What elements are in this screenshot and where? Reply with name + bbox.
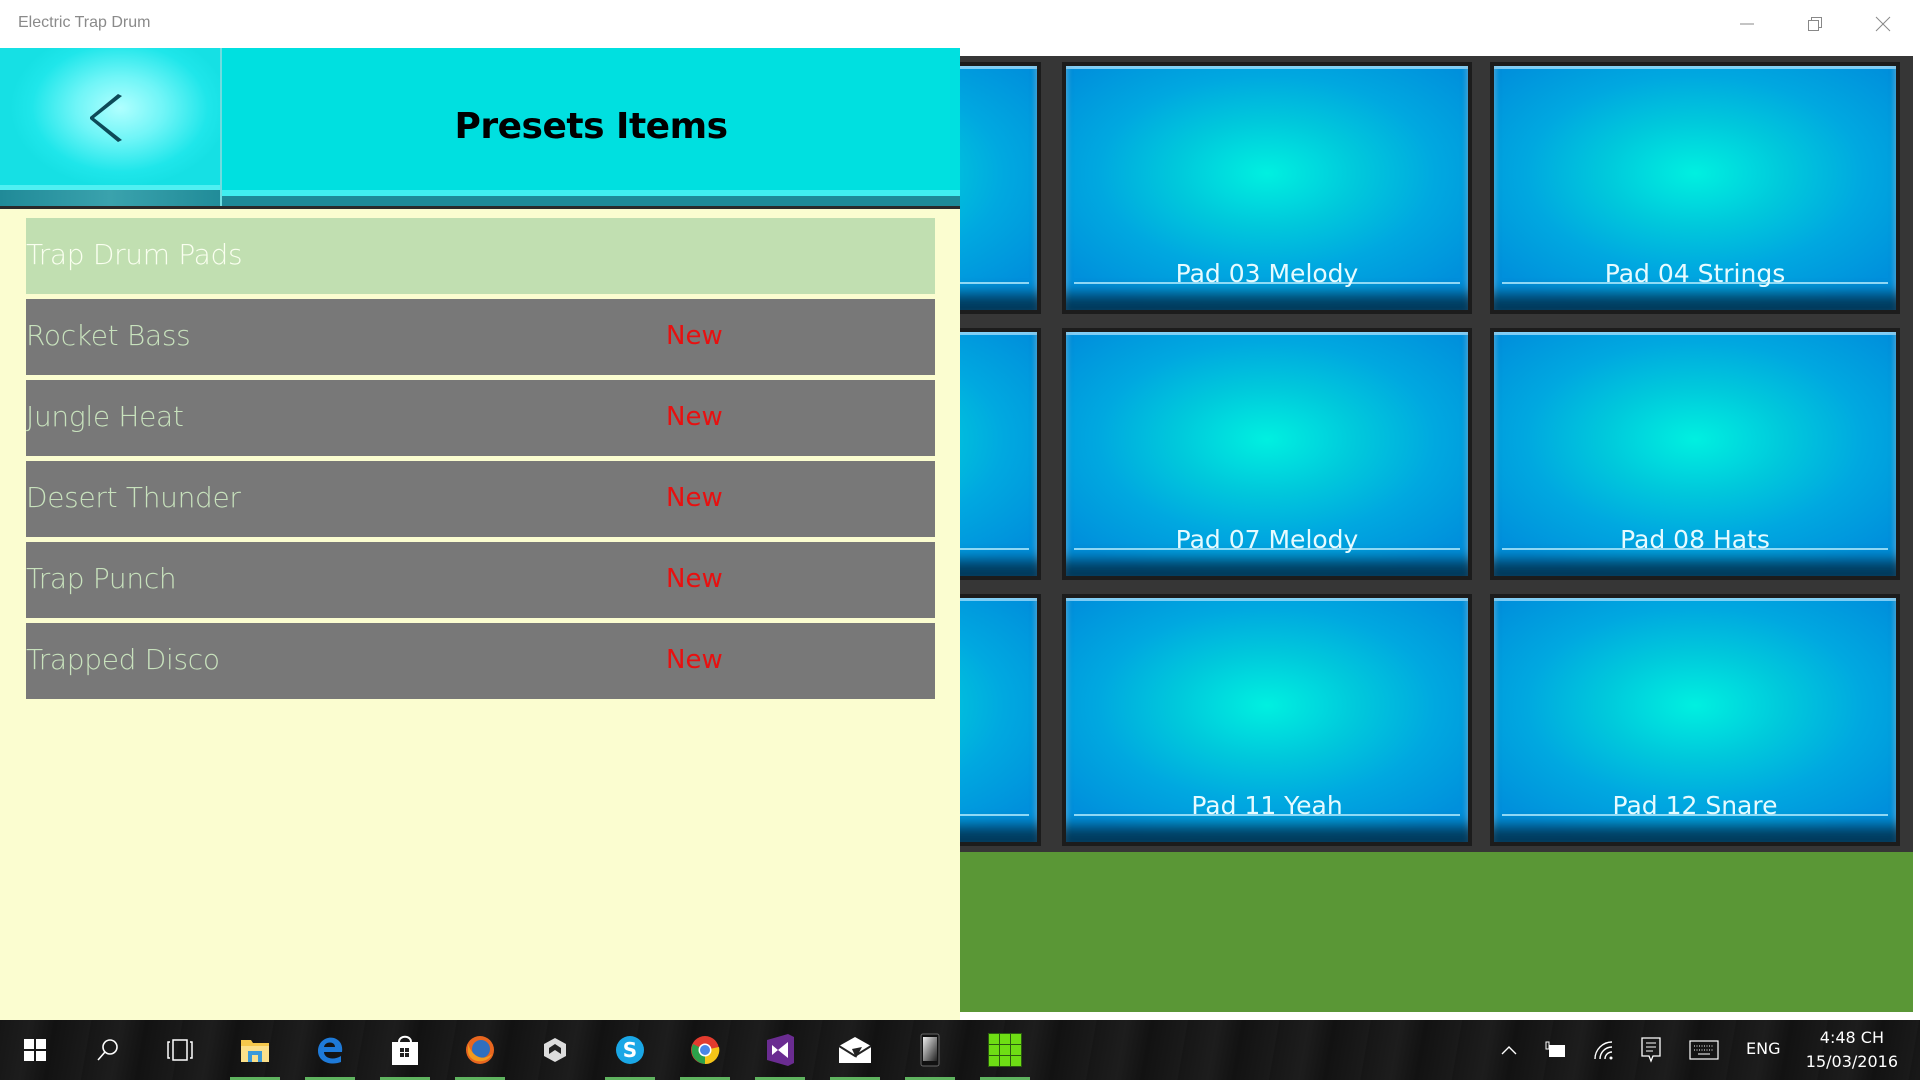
close-icon — [1875, 16, 1891, 32]
new-badge: New — [666, 645, 723, 675]
chevron-left-icon — [90, 94, 122, 142]
folder-icon — [241, 1040, 269, 1062]
preset-name: Trap Punch — [26, 562, 177, 595]
battery-icon — [1545, 1041, 1565, 1057]
minimize-icon — [1740, 23, 1754, 25]
taskbar-mail[interactable] — [825, 1020, 885, 1080]
taskbar-edge[interactable] — [300, 1020, 360, 1080]
pad-shine-line — [960, 282, 1029, 284]
restore-icon — [1808, 17, 1822, 31]
store-bag-icon — [392, 1035, 418, 1065]
drum-pad[interactable] — [960, 62, 1041, 314]
taskbar-unity[interactable] — [525, 1020, 585, 1080]
screen: Electric Trap Drum Presets Items Trap Dr… — [0, 0, 1920, 1080]
clock-date: 15/03/2016 — [1805, 1052, 1898, 1071]
clock-time: 4:48 CH — [1819, 1028, 1884, 1047]
keyboard-icon — [1689, 1040, 1719, 1060]
clock[interactable]: 4:48 CH 15/03/2016 — [1806, 1026, 1898, 1074]
start-button[interactable] — [5, 1020, 65, 1080]
presets-header: Presets Items — [0, 48, 960, 209]
taskbar-file-explorer[interactable] — [225, 1020, 285, 1080]
pad-shine-line — [960, 548, 1029, 550]
preset-list-item[interactable]: Desert Thunder New — [26, 461, 935, 537]
drum-pad[interactable] — [960, 594, 1041, 846]
drum-pad[interactable]: Pad 08 Hats — [1490, 328, 1900, 580]
green-grid-icon — [988, 1033, 1022, 1067]
drum-pad-grid: Pad 03 Melody Pad 04 Strings Pad 07 Melody… — [960, 56, 1913, 852]
touch-keyboard-button[interactable] — [1686, 1020, 1722, 1080]
close-button[interactable] — [1849, 0, 1917, 48]
preset-list-item[interactable]: Rocket Bass New — [26, 299, 935, 375]
pad-label: Pad 04 Strings — [1604, 259, 1786, 288]
pad-label: Pad 08 Hats — [1620, 525, 1770, 554]
pad-label: Pad 11 Yeah — [1191, 791, 1343, 820]
drum-pad[interactable]: Pad 12 Snare — [1490, 594, 1900, 846]
search-button[interactable] — [78, 1020, 138, 1080]
unity-icon — [544, 1038, 566, 1062]
task-view-icon — [167, 1039, 193, 1061]
preset-list-item[interactable]: Jungle Heat New — [26, 380, 935, 456]
presets-list: Trap Drum Pads Rocket Bass New Jungle Heat N… — [26, 218, 935, 704]
chrome-icon — [691, 1036, 720, 1065]
windows-start-icon — [24, 1039, 46, 1061]
drum-pad[interactable]: Pad 04 Strings — [1490, 62, 1900, 314]
skype-icon: S — [616, 1036, 644, 1064]
preset-name: Trap Drum Pads — [26, 238, 243, 271]
new-badge: New — [666, 402, 723, 432]
taskbar-store[interactable] — [375, 1020, 435, 1080]
taskbar: S ENG 4:48 CH 15/03/2016 — [0, 1020, 1920, 1080]
minimize-button[interactable] — [1713, 0, 1781, 48]
svg-text:S: S — [623, 1038, 637, 1062]
action-center-button[interactable] — [1636, 1020, 1666, 1080]
restore-button[interactable] — [1781, 0, 1849, 48]
presets-panel: Presets Items Trap Drum Pads Rocket Bass N… — [0, 48, 960, 1020]
window-titlebar: Electric Trap Drum — [0, 0, 1920, 48]
taskbar-drum-pads-app[interactable] — [975, 1020, 1035, 1080]
search-icon — [97, 1039, 118, 1061]
pad-shine-line — [960, 814, 1029, 816]
preset-name: Trapped Disco — [26, 643, 220, 676]
preset-name: Jungle Heat — [26, 400, 184, 433]
mail-icon — [838, 1037, 872, 1063]
new-badge: New — [666, 564, 723, 594]
taskbar-firefox[interactable] — [450, 1020, 510, 1080]
battery-tray-button[interactable] — [1540, 1020, 1570, 1080]
pad-label: Pad 03 Melody — [1175, 259, 1359, 288]
preset-name: Desert Thunder — [26, 481, 241, 514]
taskbar-skype[interactable]: S — [600, 1020, 660, 1080]
task-view-button[interactable] — [150, 1020, 210, 1080]
drum-pad[interactable]: Pad 11 Yeah — [1062, 594, 1472, 846]
preset-list-item[interactable]: Trap Punch New — [26, 542, 935, 618]
firefox-icon — [466, 1036, 494, 1064]
preset-list-item[interactable]: Trapped Disco New — [26, 623, 935, 699]
preset-name: Rocket Bass — [26, 319, 191, 352]
taskbar-visual-studio[interactable] — [750, 1020, 810, 1080]
taskbar-phone-app[interactable] — [900, 1020, 960, 1080]
header-divider — [0, 206, 960, 209]
network-tray-button[interactable] — [1588, 1020, 1618, 1080]
page-title: Presets Items — [454, 106, 728, 147]
drum-pad[interactable]: Pad 07 Melody — [1062, 328, 1472, 580]
bottom-green-panel — [960, 852, 1913, 1012]
input-language[interactable]: ENG — [1746, 1039, 1780, 1058]
pad-label: Pad 07 Melody — [1175, 525, 1359, 554]
back-button-shadow — [0, 190, 220, 206]
drum-pad[interactable] — [960, 328, 1041, 580]
taskbar-chrome[interactable] — [675, 1020, 735, 1080]
chevron-up-icon — [1501, 1046, 1517, 1055]
back-button[interactable] — [0, 48, 222, 206]
edge-browser-icon — [318, 1037, 343, 1064]
visual-studio-icon — [767, 1034, 794, 1066]
phone-icon — [920, 1033, 940, 1067]
notification-icon — [1641, 1037, 1661, 1063]
new-badge: New — [666, 321, 723, 351]
new-badge: New — [666, 483, 723, 513]
drum-pad[interactable]: Pad 03 Melody — [1062, 62, 1472, 314]
show-hidden-icons-button[interactable] — [1494, 1020, 1524, 1080]
wifi-icon — [1594, 1041, 1613, 1060]
preset-list-item[interactable]: Trap Drum Pads — [26, 218, 935, 294]
window-title: Electric Trap Drum — [18, 14, 151, 31]
pad-label: Pad 12 Snare — [1612, 791, 1778, 820]
